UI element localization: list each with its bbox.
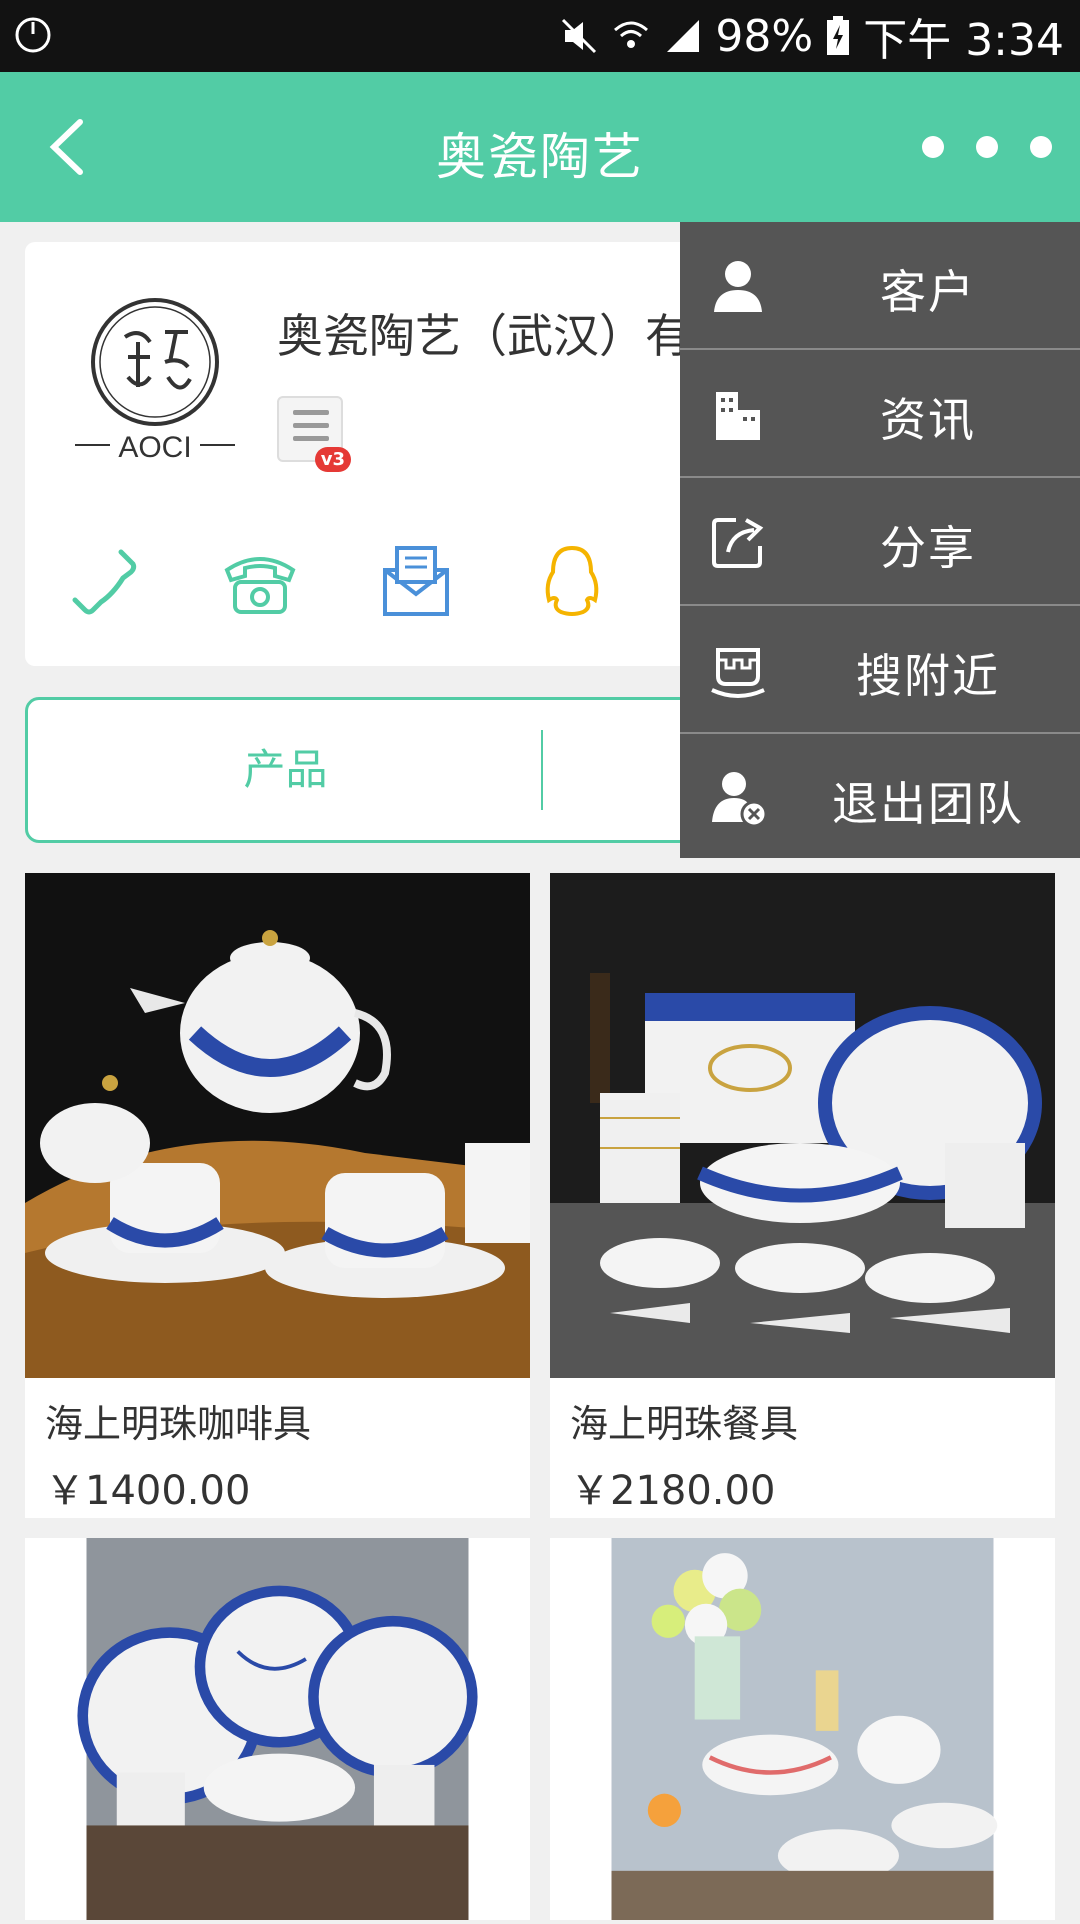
battery-charging-icon [827,16,850,55]
sync-icon [15,17,51,53]
nearby-icon [711,648,765,698]
product-name: 海上明珠咖啡具 [45,1402,312,1446]
menu-item-share[interactable]: 分享 [680,478,1080,606]
menu-item-label: 退出团队 [832,777,1024,831]
share-icon [712,518,764,568]
leave-team-icon [712,772,768,828]
menu-item-news[interactable]: 资讯 [680,350,1080,478]
menu-item-leave-team[interactable]: 退出团队 [680,734,1080,858]
status-bar: 98% 下午 3:34 [0,0,1080,72]
product-price: ￥1400.00 [45,1468,251,1514]
product-card[interactable]: 海上明珠餐具 ￥2180.00 [550,873,1055,1518]
menu-item-nearby[interactable]: 搜附近 [680,606,1080,734]
more-dot-icon [1030,136,1052,158]
menu-item-label: 客户 [880,265,976,319]
menu-item-customers[interactable]: 客户 [680,222,1080,350]
tab-products[interactable]: 产品 [28,700,543,840]
clock: 下午 3:34 [863,15,1064,66]
overflow-menu: 客户 资讯 分享 搜附近 退出团队 [680,222,1080,858]
product-card[interactable]: 海上明珠咖啡具 ￥1400.00 [25,873,530,1518]
product-image[interactable] [550,1538,1055,1920]
more-dot-icon [922,136,944,158]
signal-icon [667,20,700,52]
telephone-icon[interactable] [221,542,299,620]
company-name: 奥瓷陶艺（武汉）有 [277,309,691,363]
contact-row [65,542,611,620]
app-bar: 奥瓷陶艺 [0,72,1080,222]
company-logo: AOCI [75,298,235,464]
product-price: ￥2180.00 [570,1468,776,1514]
battery-percent: 98% [715,10,814,62]
wifi-icon [614,21,649,48]
buildings-icon [716,392,760,440]
product-card[interactable] [550,1538,1055,1920]
user-icon [714,261,762,312]
mute-icon [562,18,597,54]
menu-item-label: 资讯 [880,393,976,447]
tab-divider [541,730,543,810]
product-name: 海上明珠餐具 [570,1402,799,1446]
more-dot-icon [976,136,998,158]
product-image[interactable] [550,873,1055,1378]
qq-icon[interactable] [533,542,611,620]
page-title: 奥瓷陶艺 [436,128,644,186]
certification-badge[interactable]: v3 [277,396,351,472]
product-card[interactable] [25,1538,530,1920]
phone-icon[interactable] [65,542,143,620]
product-image[interactable] [25,873,530,1378]
menu-item-label: 分享 [880,521,976,575]
product-image[interactable] [25,1538,530,1920]
badge-level: v3 [314,447,351,472]
email-icon[interactable] [377,542,455,620]
more-menu-button[interactable] [922,124,1052,170]
menu-item-label: 搜附近 [856,649,1000,703]
logo-text: AOCI [118,431,191,464]
document-icon [293,410,329,449]
